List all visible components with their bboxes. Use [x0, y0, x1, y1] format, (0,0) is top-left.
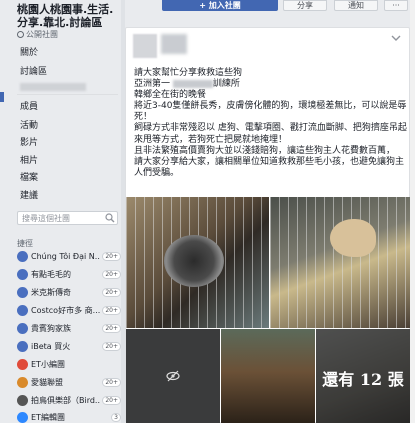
- more-photos-tile[interactable]: 還有 12 張: [316, 329, 410, 423]
- shortcut-name: ET小編團: [31, 359, 65, 369]
- redacted-text: [172, 79, 213, 88]
- shortcut-name: 拍鳥俱樂部（Bird...: [31, 395, 101, 405]
- post-photo[interactable]: [270, 197, 410, 328]
- post-photo[interactable]: [126, 197, 269, 328]
- active-nav-marker: [0, 92, 4, 102]
- sidebar-item-files[interactable]: 檔案: [20, 170, 38, 183]
- group-icon: [17, 340, 28, 352]
- cage-bars: [270, 197, 410, 328]
- shortcut-name: Chúng Tôi Đại N...: [31, 251, 101, 261]
- shortcut-count-badge: 20+: [102, 287, 121, 297]
- group-icon: [17, 411, 28, 423]
- shortcut-item[interactable]: iBeta 買火 20+: [17, 340, 121, 352]
- sidebar-item-events[interactable]: 活動: [20, 118, 38, 131]
- author-name-redacted[interactable]: [161, 34, 187, 54]
- post-line: 請大家幫忙分享救救這些狗: [134, 68, 243, 78]
- sidebar-item-suggestions[interactable]: 建議: [20, 188, 38, 201]
- eye-slash-icon: [166, 370, 180, 382]
- chevron-down-icon[interactable]: [391, 35, 401, 41]
- post-line: 韓鄉全在街的晚餐: [134, 90, 207, 101]
- shortcut-name: 貴賓狗家族: [31, 323, 71, 333]
- group-sidebar: 桃園人桃園事.生活.分享.靠北.討論區 公開社團 關於 討論區 成員 活動 影片…: [0, 0, 121, 423]
- globe-icon: [17, 31, 24, 38]
- post-line: 將近3-40隻僅餅長秀，皮膚傍化體的狗，環境極差無比，可以說是辱: [134, 101, 407, 112]
- group-title[interactable]: 桃園人桃園事.生活.分享.靠北.討論區: [17, 3, 121, 29]
- post-line: 飼碌方式非常殘忍以 虐狗、電擊項圈、戳打流血斷脚、把狗擠座吊起: [134, 123, 407, 134]
- feed-post: 請大家幫忙分享救救這些狗 亞洲第一 訓練所 韓鄉全在街的晚餐 將近3-40隻僅餅…: [125, 27, 410, 423]
- shortcut-item[interactable]: 愛貓聯盟 20+: [17, 376, 121, 388]
- sidebar-item-photos[interactable]: 相片: [20, 153, 38, 166]
- group-icon: [17, 394, 28, 406]
- dog-figure: [330, 219, 376, 257]
- shortcut-name: 愛貓聯盟: [31, 377, 63, 387]
- shortcut-item[interactable]: 米克斯傳奇 20+: [17, 286, 121, 298]
- post-line: 且非法繁殖高價賣狗大並以淺錢賠狗，讓這些狗主人花費數百萬，: [134, 145, 396, 156]
- shortcut-item[interactable]: Costco好市多 商... 20+: [17, 304, 121, 316]
- sidebar-item-members[interactable]: 成員: [20, 99, 38, 112]
- shortcut-item[interactable]: ET小編團: [17, 358, 121, 370]
- group-icon: [17, 286, 28, 298]
- food-bowl: [164, 235, 224, 287]
- more-options-button[interactable]: ···: [384, 0, 408, 11]
- sidebar-item-videos[interactable]: 影片: [20, 135, 38, 148]
- shortcut-item[interactable]: 有點毛毛的 20+: [17, 268, 121, 280]
- shortcut-name: iBeta 買火: [31, 341, 71, 351]
- sidebar-item-about[interactable]: 關於: [20, 45, 38, 58]
- group-icon: [17, 358, 28, 370]
- post-line: 死！: [134, 112, 153, 123]
- search-icon[interactable]: [105, 213, 115, 223]
- post-line: 請大家分享給大家，讓相關單位知道救救那些毛小孩，也避免讓狗主: [134, 156, 405, 167]
- shortcut-item[interactable]: 拍鳥俱樂部（Bird... 20+: [17, 394, 121, 406]
- shortcut-count-badge: 20+: [102, 377, 121, 387]
- shortcut-name: Costco好市多 商...: [31, 305, 101, 315]
- shortcut-count-badge: 20+: [102, 251, 121, 261]
- post-line: 來甩等方式，若狗死亡把屍就地掩埋！: [134, 134, 288, 145]
- page-scrollbar[interactable]: [410, 0, 415, 423]
- shortcut-item[interactable]: ET編輯團 3: [17, 411, 121, 423]
- group-icon: [17, 376, 28, 388]
- notifications-button[interactable]: 通知: [334, 0, 378, 11]
- group-action-bar: + 加入社團 分享 通知 ···: [160, 0, 415, 12]
- shortcut-item[interactable]: Chúng Tôi Đại N... 20+: [17, 250, 121, 262]
- group-icon: [17, 322, 28, 334]
- group-privacy: 公開社團: [17, 29, 58, 40]
- group-search-input[interactable]: 搜尋這個社團: [17, 211, 118, 225]
- sidebar-item-discussion[interactable]: 討論區: [20, 64, 47, 77]
- shortcut-count-badge: 20+: [102, 269, 121, 279]
- shortcuts-heading: 捷徑: [17, 239, 33, 248]
- nav-divider: [17, 94, 118, 95]
- post-line: 亞洲第一 訓練所: [134, 79, 240, 90]
- post-body: 請大家幫忙分享救救這些狗 亞洲第一 訓練所 韓鄉全在街的晚餐 將近3-40隻僅餅…: [134, 68, 407, 179]
- shortcut-item[interactable]: 貴賓狗家族 20+: [17, 322, 121, 334]
- shortcut-name: 有點毛毛的: [31, 269, 71, 279]
- shortcut-count-badge: 20+: [102, 395, 121, 405]
- join-group-button[interactable]: + 加入社團: [162, 0, 278, 11]
- author-avatar[interactable]: [133, 34, 157, 58]
- post-line: 人們受騙。: [134, 167, 180, 178]
- redacted-nav-item: [20, 83, 86, 91]
- shortcut-count-badge: 20+: [102, 323, 121, 333]
- shortcut-name: 米克斯傳奇: [31, 287, 71, 297]
- post-photo-hidden[interactable]: [126, 329, 220, 423]
- more-photos-count: 還有 12 張: [322, 370, 404, 389]
- group-privacy-label: 公開社團: [26, 30, 58, 39]
- search-placeholder: 搜尋這個社團: [22, 213, 70, 223]
- post-photo[interactable]: [221, 329, 315, 423]
- group-icon: [17, 250, 28, 262]
- group-icon: [17, 268, 28, 280]
- share-button[interactable]: 分享: [283, 0, 327, 11]
- shortcut-count-badge: 20+: [102, 305, 121, 315]
- shortcut-count-badge: 3: [111, 412, 121, 422]
- shortcut-name: ET編輯團: [31, 412, 65, 422]
- shortcut-count-badge: 20+: [102, 341, 121, 351]
- group-icon: [17, 304, 28, 316]
